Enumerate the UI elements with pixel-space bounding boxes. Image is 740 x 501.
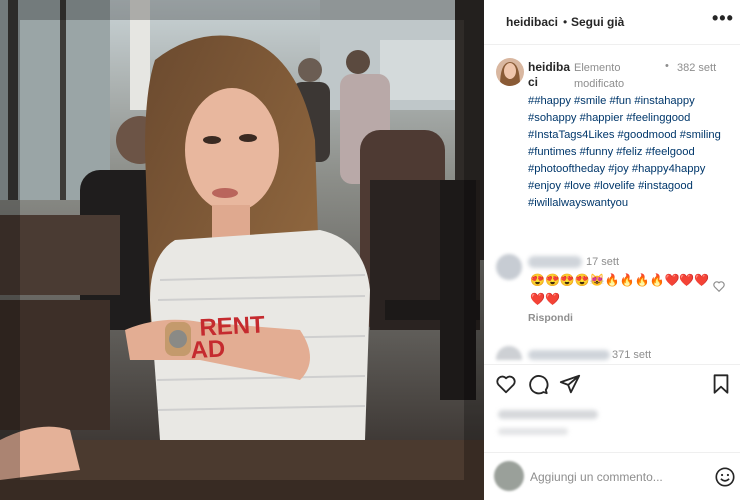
comment-avatar[interactable]	[496, 346, 522, 360]
comment-icon[interactable]	[527, 373, 549, 395]
comment-emoji-text-content: 😍😍😍😍😻🔥🔥🔥🔥❤️❤️❤️❤️❤️	[530, 273, 710, 306]
post-side-panel: heidibaci • Segui già ••• heidibaci Elem…	[484, 0, 740, 500]
comment-input[interactable]	[530, 467, 680, 487]
send-icon[interactable]	[559, 373, 581, 395]
post-photo[interactable]: RENT AD	[0, 0, 484, 500]
comment-emoji-text: 😍😍😍😍😻🔥🔥🔥🔥❤️❤️❤️❤️❤️	[530, 271, 710, 309]
header-username[interactable]: heidibaci	[506, 15, 558, 29]
photo-illustration	[0, 0, 484, 500]
bookmark-icon[interactable]	[710, 373, 732, 395]
action-bar	[484, 364, 740, 405]
reply-button[interactable]: Rispondi	[528, 312, 573, 324]
caption-hashtags[interactable]: ##happy #smile #fun #instahappy #sohappy…	[528, 93, 738, 212]
comment-like-icon[interactable]	[712, 279, 726, 293]
caption-dot: •	[665, 60, 669, 72]
post-date-blurred	[498, 428, 568, 435]
comment-bar	[484, 452, 740, 501]
edited-label: Elemento modificato	[574, 62, 625, 90]
post-header: heidibaci • Segui già •••	[484, 0, 740, 45]
comment-time[interactable]: 371 sett	[612, 349, 651, 361]
following-button[interactable]: Segui già	[571, 15, 624, 29]
comment-time[interactable]: 17 sett	[586, 256, 619, 268]
comment-avatar[interactable]	[496, 254, 522, 280]
caption-username[interactable]: heidibaci	[528, 60, 572, 90]
emoji-picker-icon[interactable]	[714, 466, 736, 488]
caption-time[interactable]: 382 sett	[677, 60, 717, 76]
header-separator: •	[563, 15, 568, 29]
comment-username-blurred[interactable]	[528, 350, 610, 360]
heart-icon[interactable]	[495, 373, 517, 395]
caption-avatar[interactable]	[496, 58, 524, 86]
current-user-avatar	[494, 461, 524, 491]
likes-count-blurred[interactable]	[498, 410, 598, 419]
shirt-print: RENT AD	[190, 311, 267, 364]
comment-username-blurred[interactable]	[528, 256, 582, 268]
more-options-icon[interactable]: •••	[712, 8, 734, 29]
